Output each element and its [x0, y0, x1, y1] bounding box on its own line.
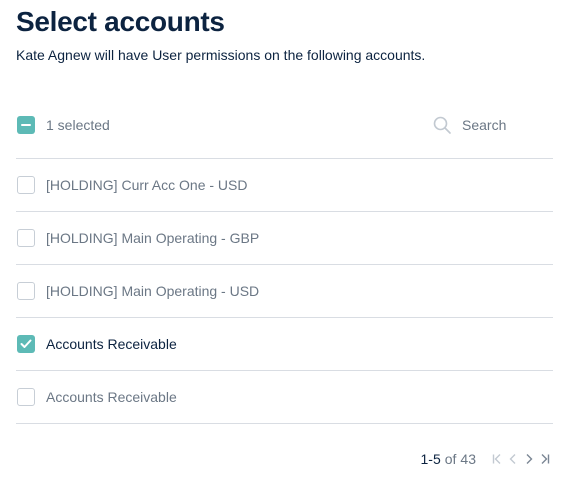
account-checkbox[interactable] [17, 176, 35, 194]
indeterminate-dash-icon [21, 124, 31, 126]
search-icon [433, 116, 451, 134]
account-row-selected[interactable]: Accounts Receivable [16, 318, 553, 371]
account-checkbox[interactable] [17, 388, 35, 406]
checkmark-icon [20, 339, 32, 348]
search-input[interactable] [462, 114, 552, 136]
page-subtitle: Kate Agnew will have User permissions on… [16, 47, 426, 63]
last-page-icon[interactable] [538, 452, 552, 466]
pagination-total: 43 [460, 451, 476, 467]
pagination-of: of [444, 451, 457, 467]
prev-page-icon[interactable] [506, 452, 520, 466]
account-name: Accounts Receivable [46, 336, 177, 352]
selection-toolbar: 1 selected [16, 107, 553, 159]
account-checkbox[interactable] [17, 229, 35, 247]
account-name: Accounts Receivable [46, 389, 177, 405]
account-name: [HOLDING] Curr Acc One - USD [46, 177, 248, 193]
pagination: 1-5 of 43 [421, 449, 553, 469]
account-name: [HOLDING] Main Operating - GBP [46, 230, 260, 246]
pagination-range: 1-5 [420, 451, 441, 467]
account-row[interactable]: [HOLDING] Curr Acc One - USD [16, 159, 553, 212]
pagination-nav [490, 452, 552, 466]
account-row[interactable]: [HOLDING] Main Operating - USD [16, 265, 553, 318]
select-accounts-page: Select accounts Kate Agnew will have Use… [0, 0, 566, 479]
account-checkbox[interactable] [17, 282, 35, 300]
first-page-icon[interactable] [490, 452, 504, 466]
account-row[interactable]: Accounts Receivable [16, 371, 553, 424]
select-all-checkbox[interactable] [17, 116, 35, 134]
page-title: Select accounts [16, 6, 225, 37]
search-box[interactable] [432, 114, 553, 136]
selected-count-label: 1 selected [46, 117, 110, 133]
account-row[interactable]: [HOLDING] Main Operating - GBP [16, 212, 553, 265]
account-name: [HOLDING] Main Operating - USD [46, 283, 260, 299]
accounts-list: [HOLDING] Curr Acc One - USD [HOLDING] M… [16, 159, 553, 424]
account-checkbox-checked[interactable] [17, 335, 35, 353]
next-page-icon[interactable] [522, 452, 536, 466]
